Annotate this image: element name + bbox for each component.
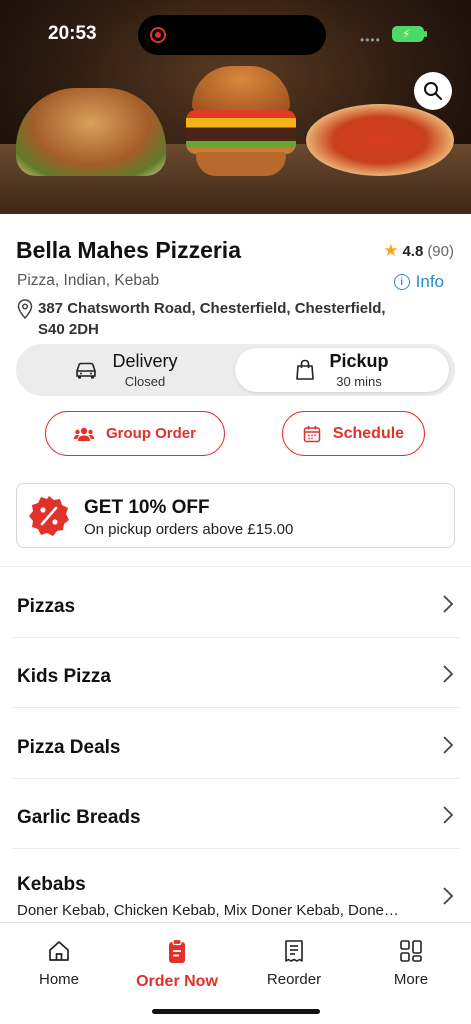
shopping-bag-icon — [296, 359, 315, 380]
burger-image — [192, 66, 290, 112]
status-time: 20:53 — [48, 23, 97, 44]
delivery-status: Closed — [124, 374, 166, 389]
category-items: Doner Kebab, Chicken Kebab, Mix Doner Ke… — [17, 902, 399, 919]
delivery-label: Delivery — [112, 351, 178, 371]
rating-score: 4.8 — [402, 242, 424, 260]
nav-home-label: Home — [38, 971, 79, 988]
category-kids-pizza[interactable]: Kids Pizza — [0, 638, 471, 708]
chevron-right-icon — [443, 806, 454, 824]
divider — [0, 566, 471, 567]
fulfilment-toggle: Delivery Closed Pickup 30 mins — [16, 344, 455, 396]
category-name: Kebabs — [17, 874, 86, 895]
status-bar: 20:53 •••• ⚡ — [0, 0, 471, 60]
category-garlic-breads[interactable]: Garlic Breads — [0, 779, 471, 849]
schedule-label: Schedule — [332, 424, 405, 442]
nav-more[interactable]: More — [361, 939, 461, 988]
offer-description: On pickup orders above £15.00 — [84, 521, 294, 538]
nav-reorder-label: Reorder — [266, 971, 322, 988]
grid-icon — [400, 940, 422, 962]
home-icon — [49, 941, 69, 961]
schedule-button[interactable]: Schedule — [282, 411, 425, 456]
info-icon: i — [393, 274, 410, 290]
location-pin-icon — [17, 299, 33, 319]
nav-order-now[interactable]: Order Now — [127, 939, 227, 991]
pickup-time: 30 mins — [336, 374, 382, 389]
row-divider — [12, 848, 459, 849]
home-indicator — [152, 1009, 320, 1014]
chevron-right-icon — [443, 595, 454, 613]
recording-icon — [150, 27, 166, 43]
category-pizza-deals[interactable]: Pizza Deals — [0, 709, 471, 779]
burger-filling — [186, 110, 296, 154]
star-icon: ★ — [383, 241, 399, 260]
category-kebabs[interactable]: Kebabs Doner Kebab, Chicken Kebab, Mix D… — [0, 850, 471, 924]
kebab-image — [16, 88, 166, 176]
category-name: Garlic Breads — [17, 807, 141, 828]
restaurant-name: Bella Mahes Pizzeria — [16, 237, 241, 263]
calendar-icon — [303, 425, 321, 442]
category-pizzas[interactable]: Pizzas — [0, 568, 471, 638]
info-link[interactable]: i Info — [393, 272, 444, 292]
search-button[interactable] — [414, 72, 452, 110]
offer-title: GET 10% OFF — [84, 497, 210, 518]
pickup-label: Pickup — [329, 351, 389, 371]
chevron-right-icon — [443, 665, 454, 683]
offer-card[interactable]: GET 10% OFF On pickup orders above £15.0… — [16, 483, 455, 548]
search-icon — [424, 82, 442, 100]
rating-count: (90) — [427, 242, 454, 260]
pizza-image — [306, 104, 454, 176]
order-icon — [169, 939, 185, 963]
nav-reorder[interactable]: Reorder — [244, 939, 344, 988]
car-icon — [76, 362, 97, 379]
rating: ★ 4.8 (90) — [383, 241, 454, 261]
group-icon — [73, 427, 94, 441]
category-name: Pizza Deals — [17, 737, 121, 758]
receipt-icon — [285, 940, 303, 962]
nav-home[interactable]: Home — [9, 939, 109, 988]
signal-icon: •••• — [360, 33, 381, 47]
hero-banner: 20:53 •••• ⚡ — [0, 0, 471, 214]
group-order-button[interactable]: Group Order — [45, 411, 225, 456]
delivery-option[interactable]: Delivery Closed — [20, 348, 232, 392]
battery-icon: ⚡ — [392, 26, 427, 42]
info-label: Info — [415, 272, 444, 291]
burger-bun-bottom — [196, 152, 286, 176]
nav-more-label: More — [393, 971, 429, 988]
chevron-right-icon — [443, 887, 454, 905]
cuisine-list: Pizza, Indian, Kebab — [17, 272, 160, 289]
category-name: Kids Pizza — [17, 666, 111, 687]
discount-badge-icon — [29, 496, 69, 536]
pickup-option[interactable]: Pickup 30 mins — [235, 348, 449, 392]
group-order-label: Group Order — [105, 425, 196, 442]
nav-order-now-label: Order Now — [136, 973, 218, 990]
category-name: Pizzas — [17, 596, 76, 617]
dynamic-island — [138, 15, 326, 55]
address: 387 Chatsworth Road, Chesterfield, Chest… — [17, 298, 407, 340]
row-divider — [12, 707, 459, 708]
address-text: 387 Chatsworth Road, Chesterfield, Chest… — [38, 300, 386, 338]
chevron-right-icon — [443, 736, 454, 754]
